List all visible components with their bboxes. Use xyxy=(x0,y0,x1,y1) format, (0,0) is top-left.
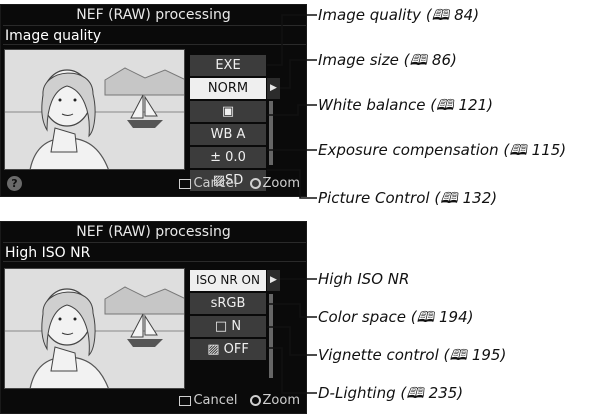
callout-color-space: Color space (🕮 194) xyxy=(318,308,474,326)
callout-high-iso-nr: High ISO NR xyxy=(318,270,410,288)
callout-image-quality: Image quality (🕮 84) xyxy=(318,6,480,24)
callout-d-lighting: D-Lighting (🕮 235) xyxy=(318,384,464,402)
callout-picture-control: Picture Control (🕮 132) xyxy=(318,189,498,207)
callout-exposure-compensation: Exposure compensation (🕮 115) xyxy=(318,141,567,159)
callout-vignette-control: Vignette control (🕮 195) xyxy=(318,346,507,364)
callout-image-size: Image size (🕮 86) xyxy=(318,51,457,69)
callout-white-balance: White balance (🕮 121) xyxy=(318,96,493,114)
